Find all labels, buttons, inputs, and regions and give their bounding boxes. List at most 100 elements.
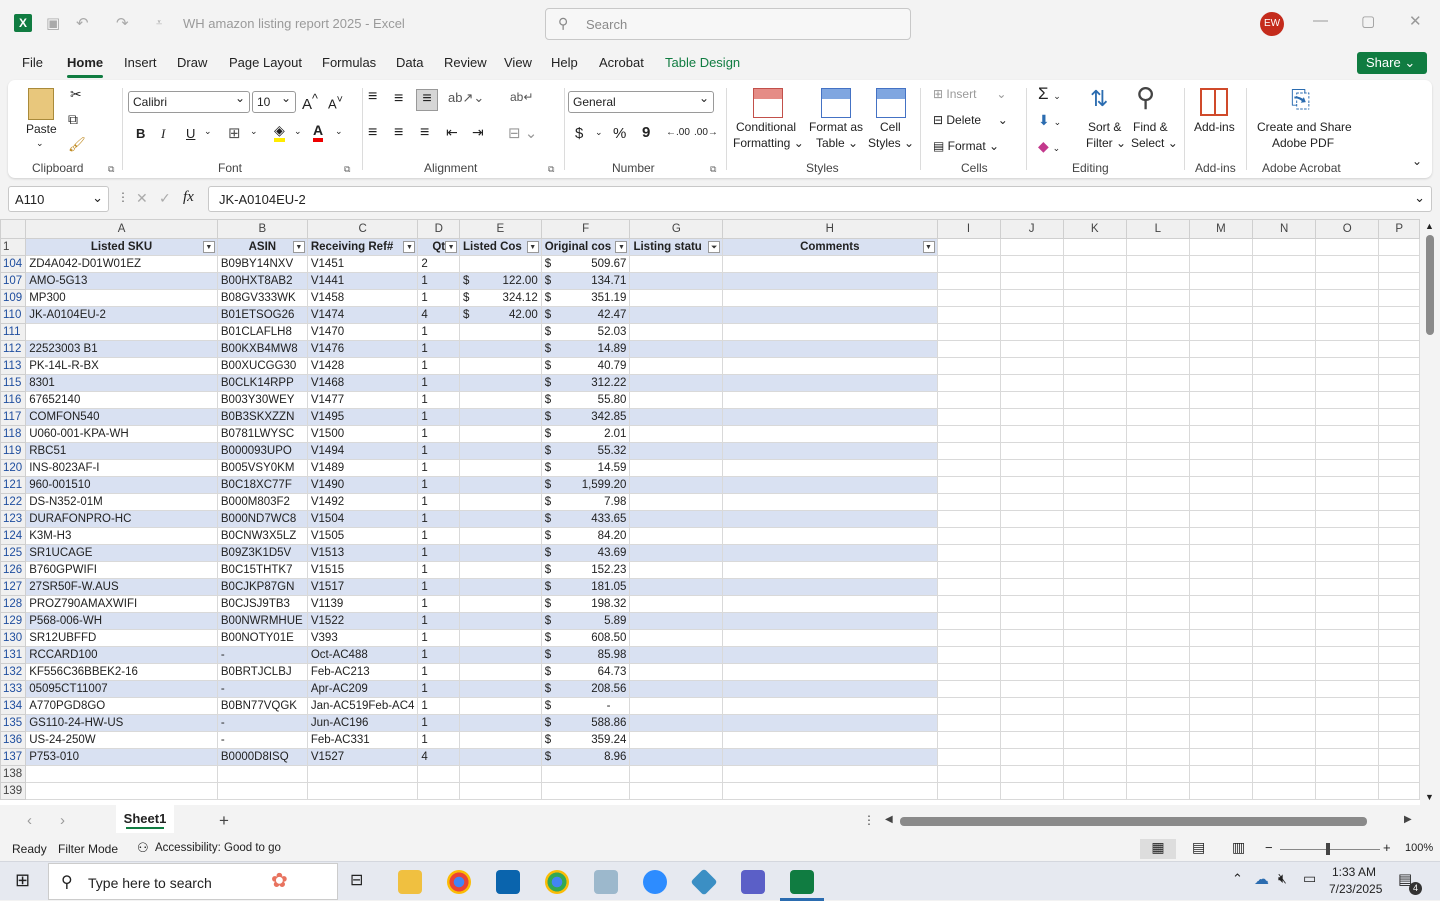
cell[interactable]	[1315, 425, 1380, 443]
windows-start-icon[interactable]: ⊞	[15, 870, 30, 891]
cell[interactable]	[1188, 289, 1254, 307]
cell-original-cost[interactable]: $55.32	[540, 442, 631, 460]
accessibility-icon[interactable]: ⚇	[137, 840, 149, 856]
cell-original-cost[interactable]: $342.85	[540, 408, 631, 426]
cell[interactable]	[999, 714, 1064, 732]
clock-date[interactable]: 7/23/2025	[1329, 882, 1382, 896]
cell[interactable]	[999, 748, 1064, 766]
cell-asin[interactable]: B0BN77VQGK	[216, 697, 308, 715]
taskbar-search[interactable]: ⚲ Type here to search ✿	[48, 863, 338, 900]
cell[interactable]	[1125, 425, 1190, 443]
cell[interactable]	[936, 255, 1001, 273]
cell[interactable]	[999, 527, 1064, 545]
cell[interactable]	[1378, 527, 1420, 545]
header-qty[interactable]: Qt ▼	[417, 238, 461, 256]
cell[interactable]	[1252, 714, 1317, 732]
cell[interactable]	[1188, 629, 1254, 647]
cell[interactable]	[936, 357, 1001, 375]
cell[interactable]	[999, 765, 1064, 783]
cell-asin[interactable]: B000093UPO	[216, 442, 308, 460]
cell[interactable]	[1188, 595, 1254, 613]
cell[interactable]	[417, 782, 461, 800]
cell-qty[interactable]: 1	[417, 340, 461, 358]
italic-button[interactable]: I	[161, 126, 165, 142]
next-sheet-icon[interactable]: ›	[60, 812, 65, 829]
cell[interactable]	[1062, 459, 1127, 477]
cell[interactable]	[1188, 578, 1254, 596]
confirm-entry-icon[interactable]: ✓	[159, 190, 171, 207]
conditional-formatting-button[interactable]: Formatting ⌄	[733, 136, 804, 150]
adobe-pdf-button[interactable]: Adobe PDF	[1272, 136, 1334, 150]
cell[interactable]	[1188, 493, 1254, 511]
cell-listing-status[interactable]	[629, 612, 724, 630]
cell-original-cost[interactable]: $198.32	[540, 595, 631, 613]
cell-receiving-ref[interactable]: V1505	[306, 527, 419, 545]
cell[interactable]	[1315, 340, 1380, 358]
cell[interactable]	[999, 595, 1064, 613]
cell-comments[interactable]	[722, 544, 938, 562]
column-header-j[interactable]: J	[999, 219, 1064, 239]
tab-home[interactable]: Home	[67, 55, 104, 78]
cell-listed-cost[interactable]	[459, 391, 542, 409]
cell-listed-sku[interactable]: 22523003 B1	[25, 340, 218, 358]
cell[interactable]	[1315, 697, 1380, 715]
cell-listed-cost[interactable]	[459, 374, 542, 392]
cell-comments[interactable]	[722, 323, 938, 341]
row-header[interactable]: 112	[0, 340, 27, 358]
user-avatar[interactable]: EW	[1260, 12, 1284, 36]
row-header[interactable]: 107	[0, 272, 27, 290]
cell-qty[interactable]: 1	[417, 510, 461, 528]
cell[interactable]	[1315, 714, 1380, 732]
cell[interactable]	[936, 731, 1001, 749]
cell-asin[interactable]: B09BY14NXV	[216, 255, 308, 273]
cell-original-cost[interactable]: $181.05	[540, 578, 631, 596]
align-center-icon[interactable]: ≡	[394, 124, 403, 142]
cell[interactable]	[1315, 527, 1380, 545]
cell[interactable]	[1252, 238, 1317, 256]
cell-original-cost[interactable]: $7.98	[540, 493, 631, 511]
cell-asin[interactable]: B0CJKP87GN	[216, 578, 308, 596]
row-header[interactable]: 118	[0, 425, 27, 443]
cell-listed-cost[interactable]	[459, 697, 542, 715]
header-listed-cost[interactable]: Listed Cos ▼	[459, 238, 542, 256]
cell-listed-cost[interactable]	[459, 255, 542, 273]
cell[interactable]	[1125, 476, 1190, 494]
cell[interactable]	[1125, 765, 1190, 783]
row-header[interactable]: 138	[0, 765, 27, 783]
cell-listed-cost[interactable]	[459, 748, 542, 766]
cell[interactable]	[999, 306, 1064, 324]
cell[interactable]	[999, 323, 1064, 341]
onedrive-icon[interactable]: ☁	[1254, 870, 1269, 888]
cell-listing-status[interactable]	[629, 357, 724, 375]
cell-listed-sku[interactable]: ZD4A042-D01W01EZ	[25, 255, 218, 273]
cell-comments[interactable]	[722, 748, 938, 766]
row-header[interactable]: 119	[0, 442, 27, 460]
cell[interactable]	[1378, 782, 1420, 800]
cell[interactable]	[1252, 323, 1317, 341]
cell[interactable]	[1378, 306, 1420, 324]
cell-listed-cost[interactable]	[459, 459, 542, 477]
filter-dropdown-icon[interactable]: ▼	[526, 241, 539, 253]
cell-listed-sku[interactable]: SR12UBFFD	[25, 629, 218, 647]
cell-listed-cost[interactable]	[459, 408, 542, 426]
copy-icon[interactable]: ⧉	[68, 111, 78, 128]
cell[interactable]	[936, 680, 1001, 698]
customize-qat-icon[interactable]: ⩡	[156, 17, 162, 30]
cell[interactable]	[1252, 595, 1317, 613]
cell-listed-cost[interactable]	[459, 612, 542, 630]
redo-icon[interactable]: ↷	[116, 14, 129, 32]
cell[interactable]	[1188, 561, 1254, 579]
cell-listing-status[interactable]	[629, 714, 724, 732]
cell-listing-status[interactable]	[629, 255, 724, 273]
row-header[interactable]: 130	[0, 629, 27, 647]
cell[interactable]	[936, 765, 1001, 783]
row-header[interactable]: 117	[0, 408, 27, 426]
cell[interactable]	[1378, 765, 1420, 783]
currency-button[interactable]: $	[575, 125, 583, 142]
cell-qty[interactable]: 1	[417, 323, 461, 341]
search-box[interactable]: ⚲ Search	[545, 8, 911, 40]
cell-listed-sku[interactable]: MP300	[25, 289, 218, 307]
tab-table-design[interactable]: Table Design	[665, 55, 740, 70]
cell[interactable]	[1378, 612, 1420, 630]
tab-acrobat[interactable]: Acrobat	[599, 55, 644, 70]
